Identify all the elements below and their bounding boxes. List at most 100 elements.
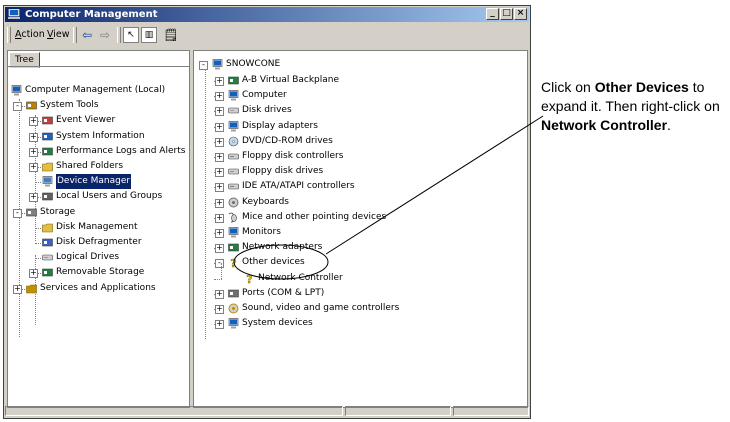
toolbar-grip [73, 27, 77, 43]
tree-item-label: Disk Management [56, 221, 138, 232]
device-pane[interactable]: - SNOWCONE + A-B Virtual Backplane + Computer… [193, 50, 528, 408]
expand-icon[interactable]: + [29, 193, 38, 203]
expand-icon[interactable]: + [215, 229, 224, 238]
disk-management-icon [42, 223, 53, 233]
expand-icon[interactable]: + [215, 305, 224, 314]
expand-icon[interactable]: + [29, 132, 38, 142]
expand-icon[interactable]: + [215, 320, 224, 330]
expand-icon[interactable]: + [215, 153, 224, 162]
ide-controller-icon [228, 184, 239, 190]
expand-icon[interactable]: + [215, 77, 224, 86]
device-category-network-adapters[interactable]: + Network adapters [194, 240, 527, 255]
tree-item-system-information[interactable]: + System Information [8, 129, 189, 144]
device-category-sound-video-and-game-controllers[interactable]: + Sound, video and game controllers [194, 301, 527, 316]
tree-item-label: Keyboards [242, 196, 289, 207]
menu-view[interactable]: View [47, 29, 70, 40]
cdrom-icon [228, 136, 239, 147]
tree-item-logical-drives[interactable]: Logical Drives [8, 250, 189, 265]
tree-item-removable-storage[interactable]: + Removable Storage [8, 265, 189, 280]
tree-item-device-manager[interactable]: Device Manager [8, 174, 189, 190]
tree-item-performance-logs-and-alerts[interactable]: + Performance Logs and Alerts [8, 144, 189, 159]
tree-item-shared-folders[interactable]: + Shared Folders [8, 159, 189, 174]
expand-icon[interactable]: + [215, 137, 224, 147]
logical-drives-icon [42, 254, 53, 261]
back-arrow-icon[interactable]: ⇦ [79, 27, 95, 43]
tree-item-label: Computer Management (Local) [25, 85, 166, 95]
expand-icon[interactable]: + [29, 117, 38, 127]
tree-item-storage[interactable]: - Storage [8, 205, 189, 220]
status-segment [453, 406, 529, 416]
device-category-floppy-disk-controllers[interactable]: + Floppy disk controllers [194, 149, 527, 164]
tree-item-disk-management[interactable]: Disk Management [8, 220, 189, 235]
question-mark-icon: ? [230, 257, 237, 268]
monitor-icon [228, 227, 239, 238]
close-button[interactable]: × [514, 8, 527, 20]
expand-icon[interactable]: + [215, 122, 224, 132]
device-category-computer[interactable]: + Computer [194, 88, 527, 103]
status-segment [5, 406, 343, 416]
device-category-ide-ata-atapi-controllers[interactable]: + IDE ATA/ATAPI controllers [194, 179, 527, 194]
warning-question-icon: ? [246, 273, 253, 284]
tree-item-label: Event Viewer [56, 115, 116, 126]
minimize-button[interactable]: _ [486, 8, 499, 20]
device-category-keyboards[interactable]: + Keyboards [194, 195, 527, 210]
expand-icon[interactable]: + [215, 244, 224, 254]
tree-root-snowcone[interactable]: - SNOWCONE [194, 57, 527, 72]
collapse-icon[interactable]: - [215, 259, 224, 269]
device-category-other-devices[interactable]: -? Other devices [194, 255, 527, 270]
floppy-drive-icon [228, 168, 239, 175]
storage-icon [26, 208, 37, 216]
tree-item-services-and-applications[interactable]: + Services and Applications [8, 281, 189, 296]
device-category-mice-and-other-pointing-devices[interactable]: + Mice and other pointing devices [194, 210, 527, 225]
expand-icon[interactable]: + [215, 183, 224, 193]
expand-icon[interactable]: + [215, 213, 224, 223]
tree-pane[interactable]: Tree Computer Management (Local) - System … [7, 50, 190, 408]
tree-item-disk-defragmenter[interactable]: Disk Defragmenter [8, 235, 189, 250]
device-category-monitors[interactable]: + Monitors [194, 225, 527, 240]
tree-item-label: Storage [40, 206, 76, 217]
expand-icon[interactable]: + [215, 107, 224, 117]
forward-arrow-icon[interactable]: ⇨ [97, 27, 113, 43]
tree-item-label: Local Users and Groups [56, 191, 163, 202]
tree-item-event-viewer[interactable]: + Event Viewer [8, 113, 189, 128]
expand-icon[interactable]: + [29, 147, 38, 157]
tree-item-label: Performance Logs and Alerts [56, 145, 186, 156]
device-category-floppy-disk-drives[interactable]: + Floppy disk drives [194, 164, 527, 179]
device-category-a-b-virtual-backplane[interactable]: + A-B Virtual Backplane [194, 73, 527, 88]
properties-icon[interactable]: 🗒 [163, 27, 179, 43]
expand-icon[interactable]: + [29, 269, 38, 279]
expand-icon[interactable]: + [215, 92, 224, 102]
services-icon [26, 284, 37, 293]
show-hide-tree-icon[interactable]: ▥ [141, 27, 157, 43]
device-category-display-adapters[interactable]: + Display adapters [194, 119, 527, 134]
expand-icon[interactable]: + [215, 198, 224, 208]
collapse-icon[interactable]: - [13, 208, 22, 218]
floppy-controller-icon [228, 153, 239, 160]
device-category-dvd-cd-rom-drives[interactable]: + DVD/CD-ROM drives [194, 134, 527, 149]
tools-icon [26, 101, 37, 110]
menu-action[interactable]: Action [15, 29, 45, 40]
tree-item-system-tools[interactable]: - System Tools [8, 98, 189, 113]
collapse-icon[interactable]: - [13, 102, 22, 112]
tree-item-computer-management-local[interactable]: Computer Management (Local) [8, 83, 189, 98]
event-viewer-icon [42, 117, 53, 125]
device-category-ports-com-lpt[interactable]: + Ports (COM & LPT) [194, 286, 527, 301]
expand-icon[interactable]: + [215, 168, 224, 178]
tree-item-label: Device Manager [56, 174, 132, 190]
up-level-icon[interactable]: ↖ [123, 27, 139, 43]
title-bar[interactable]: Computer Management _ □ × [5, 7, 529, 22]
expand-icon[interactable]: + [29, 163, 38, 172]
defragmenter-icon [42, 238, 53, 247]
tree-item-local-users-and-groups[interactable]: + Local Users and Groups [8, 189, 189, 204]
device-category-network-controller[interactable]: ? Network Controller [194, 271, 527, 286]
maximize-button[interactable]: □ [500, 8, 513, 20]
tree-item-label: Logical Drives [56, 252, 120, 263]
collapse-icon[interactable]: - [199, 61, 208, 70]
expand-icon[interactable]: + [13, 284, 22, 294]
device-category-disk-drives[interactable]: + Disk drives [194, 103, 527, 118]
expand-icon[interactable]: + [215, 289, 224, 299]
backplane-icon [228, 76, 239, 85]
removable-storage-icon [42, 269, 53, 277]
tree-item-label: Mice and other pointing devices [242, 211, 387, 222]
device-category-system-devices[interactable]: + System devices [194, 316, 527, 331]
